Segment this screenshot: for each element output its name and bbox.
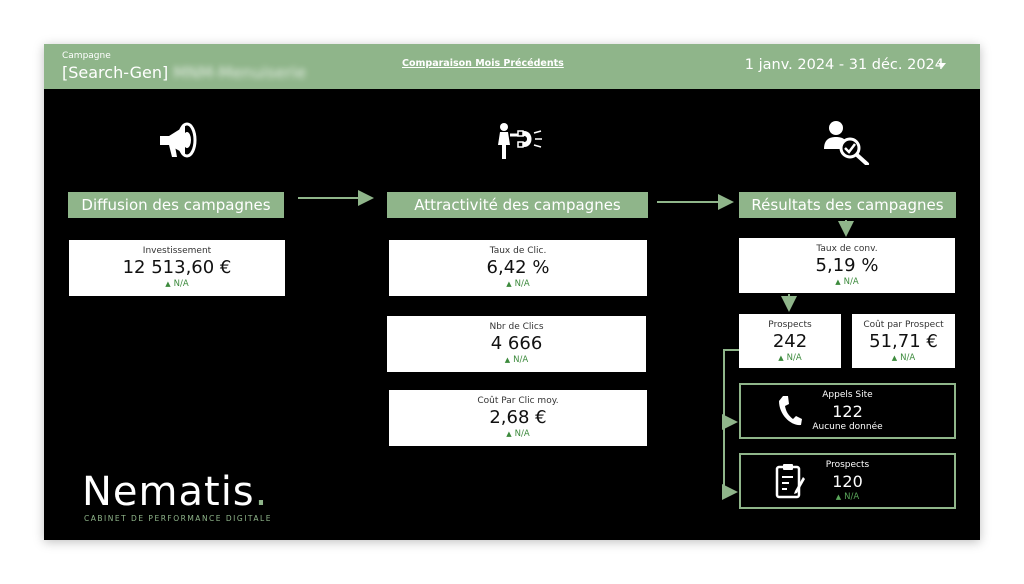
- kpi-label: Prospects: [825, 460, 870, 470]
- arrow-up-icon: ▲: [504, 356, 511, 364]
- kpi-delta: ▲ N/A: [506, 429, 530, 439]
- kpi-delta: ▲ N/A: [835, 492, 860, 502]
- phone-icon: [779, 396, 802, 426]
- section-resultats: Résultats des campagnes: [739, 192, 956, 218]
- kpi-label: Nbr de Clics: [489, 322, 544, 332]
- logo-tagline: CABINET DE PERFORMANCE DIGITALE: [84, 514, 272, 523]
- kpi-value: 6,42 %: [486, 257, 550, 278]
- kpi-delta: ▲ N/A: [891, 353, 916, 363]
- kpi-prospects-form: Prospects 120 ▲ N/A: [739, 453, 956, 509]
- kpi-value: 120: [832, 472, 863, 491]
- arrow-to-appels: [722, 349, 739, 430]
- kpi-cout-clic: Coût Par Clic moy. 2,68 € ▲ N/A: [389, 390, 647, 446]
- kpi-appels-site: Appels Site 122 Aucune donnée: [739, 383, 956, 439]
- kpi-value: 242: [772, 331, 808, 352]
- kpi-label: Coût par Prospect: [863, 320, 944, 330]
- user-search-icon: [824, 121, 869, 165]
- kpi-value: 12 513,60 €: [122, 257, 232, 278]
- dashboard-frame: Campagne [Search-Gen] MNM-Menuiserie Com…: [44, 44, 980, 540]
- kpi-label: Appels Site: [822, 390, 873, 400]
- kpi-delta: ▲ N/A: [504, 355, 529, 365]
- kpi-nbr-clics: Nbr de Clics 4 666 ▲ N/A: [387, 316, 646, 372]
- kpi-sub: Aucune donnée: [812, 422, 883, 432]
- kpi-label: Prospects: [768, 320, 812, 330]
- logo-name: Nematis: [82, 469, 255, 515]
- kpi-label: Coût Par Clic moy.: [477, 396, 559, 406]
- kpi-delta: ▲ N/A: [835, 277, 859, 287]
- magnet-icon: [498, 123, 542, 159]
- kpi-delta: ▲ N/A: [165, 279, 189, 289]
- arrow-up-icon: ▲: [165, 280, 171, 288]
- kpi-value: 4 666: [490, 333, 543, 354]
- kpi-value: 5,19 %: [815, 255, 879, 276]
- arrow-up-icon: ▲: [506, 280, 512, 288]
- kpi-prospects: Prospects 242 ▲ N/A: [739, 314, 841, 368]
- section-attractivite: Attractivité des campagnes: [387, 192, 648, 218]
- arrow-up-icon: ▲: [891, 354, 898, 362]
- kpi-cout-prospect: Coût par Prospect 51,71 € ▲ N/A: [852, 314, 955, 368]
- clipboard-icon: [775, 464, 805, 499]
- logo-dot: .: [254, 469, 269, 515]
- kpi-delta: ▲ N/A: [506, 279, 530, 289]
- kpi-delta: ▲ N/A: [778, 353, 802, 363]
- section-diffusion: Diffusion des campagnes: [68, 192, 284, 218]
- arrow-up-icon: ▲: [506, 430, 512, 438]
- kpi-label: Investissement: [142, 246, 212, 256]
- kpi-label: Taux de Clic.: [489, 246, 547, 256]
- megaphone-icon: [160, 122, 197, 158]
- kpi-value: 122: [832, 402, 863, 421]
- kpi-taux-conv: Taux de conv. 5,19 % ▲ N/A: [739, 238, 955, 293]
- arrow-to-form-prospects: [722, 422, 738, 500]
- kpi-value: 2,68 €: [489, 407, 547, 428]
- kpi-taux-clic: Taux de Clic. 6,42 % ▲ N/A: [389, 240, 647, 296]
- kpi-value: 51,71 €: [869, 331, 938, 352]
- arrow-up-icon: ▲: [835, 278, 841, 286]
- nematis-logo: Nematis. CABINET DE PERFORMANCE DIGITALE: [82, 472, 272, 523]
- kpi-investissement: Investissement 12 513,60 € ▲ N/A: [69, 240, 285, 296]
- arrow-up-icon: ▲: [778, 354, 784, 362]
- arrow-up-icon: ▲: [835, 493, 842, 501]
- kpi-label: Taux de conv.: [816, 244, 878, 254]
